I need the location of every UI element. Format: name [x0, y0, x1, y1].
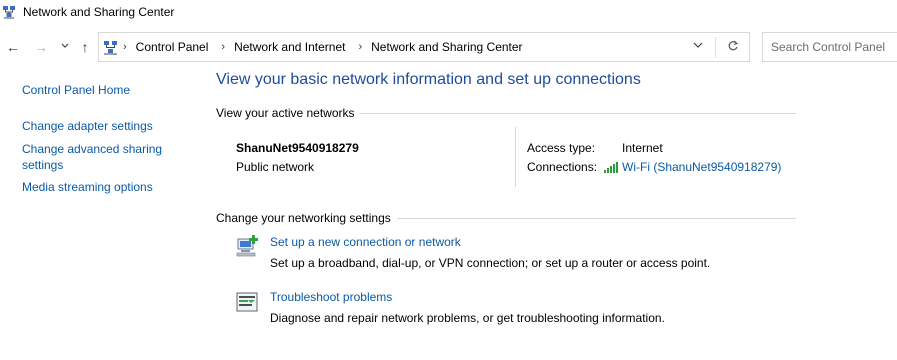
search-input[interactable] [763, 33, 897, 61]
window-title: Network and Sharing Center [23, 5, 175, 19]
breadcrumb-network-sharing-center[interactable]: Network and Sharing Center [371, 40, 522, 54]
chevron-down-icon [61, 43, 69, 48]
active-networks-header: View your active networks [216, 106, 355, 120]
connections-label: Connections: [527, 160, 598, 174]
navigation-bar: ← → ↑ › Control Panel › Network and Inte… [0, 32, 897, 62]
chevron-down-icon [693, 42, 703, 48]
network-name: ShanuNet9540918279 [236, 141, 359, 155]
back-button[interactable]: ← [5, 38, 21, 56]
address-bar[interactable]: › Control Panel › Network and Internet ›… [98, 32, 750, 62]
media-streaming-options-link[interactable]: Media streaming options [22, 179, 192, 195]
address-dropdown-button[interactable] [691, 40, 705, 54]
troubleshoot-icon [236, 292, 258, 312]
forward-button[interactable]: → [33, 38, 49, 56]
control-panel-icon [104, 41, 117, 55]
breadcrumb-separator-icon[interactable]: › [123, 41, 127, 53]
troubleshoot-problems-description: Diagnose and repair network problems, or… [270, 311, 665, 325]
change-advanced-sharing-link[interactable]: Change advanced sharing settings [22, 141, 182, 173]
section-divider [397, 218, 796, 219]
network-divider [515, 127, 516, 187]
setup-new-connection-link[interactable]: Set up a new connection or network [270, 235, 461, 249]
page-title: View your basic network information and … [216, 71, 641, 88]
breadcrumb-network-and-internet[interactable]: Network and Internet [234, 40, 345, 54]
title-bar: Network and Sharing Center [0, 0, 897, 26]
breadcrumb-separator-icon[interactable]: › [221, 41, 225, 53]
address-divider [715, 37, 716, 58]
breadcrumb-control-panel[interactable]: Control Panel [136, 40, 209, 54]
network-category: Public network [236, 160, 315, 174]
search-box[interactable] [762, 32, 897, 62]
refresh-button[interactable] [724, 39, 742, 57]
refresh-icon [728, 40, 739, 51]
wifi-signal-icon [604, 162, 618, 173]
section-divider [359, 113, 796, 114]
networking-settings-header: Change your networking settings [216, 211, 391, 225]
up-button[interactable]: ↑ [77, 38, 93, 56]
breadcrumb-separator-icon[interactable]: › [358, 41, 362, 53]
recent-locations-button[interactable] [57, 36, 73, 54]
wifi-connection-link[interactable]: Wi-Fi (ShanuNet9540918279) [622, 160, 781, 174]
breadcrumb: › Control Panel › Network and Internet ›… [123, 33, 523, 61]
control-panel-home-link[interactable]: Control Panel Home [22, 82, 130, 98]
new-connection-icon [236, 235, 258, 257]
change-adapter-settings-link[interactable]: Change adapter settings [22, 118, 192, 134]
setup-new-connection-description: Set up a broadband, dial-up, or VPN conn… [270, 256, 711, 270]
access-type-label: Access type: [527, 141, 596, 155]
access-type-value: Internet [622, 141, 663, 155]
network-center-icon [3, 6, 15, 19]
troubleshoot-problems-link[interactable]: Troubleshoot problems [270, 290, 392, 304]
